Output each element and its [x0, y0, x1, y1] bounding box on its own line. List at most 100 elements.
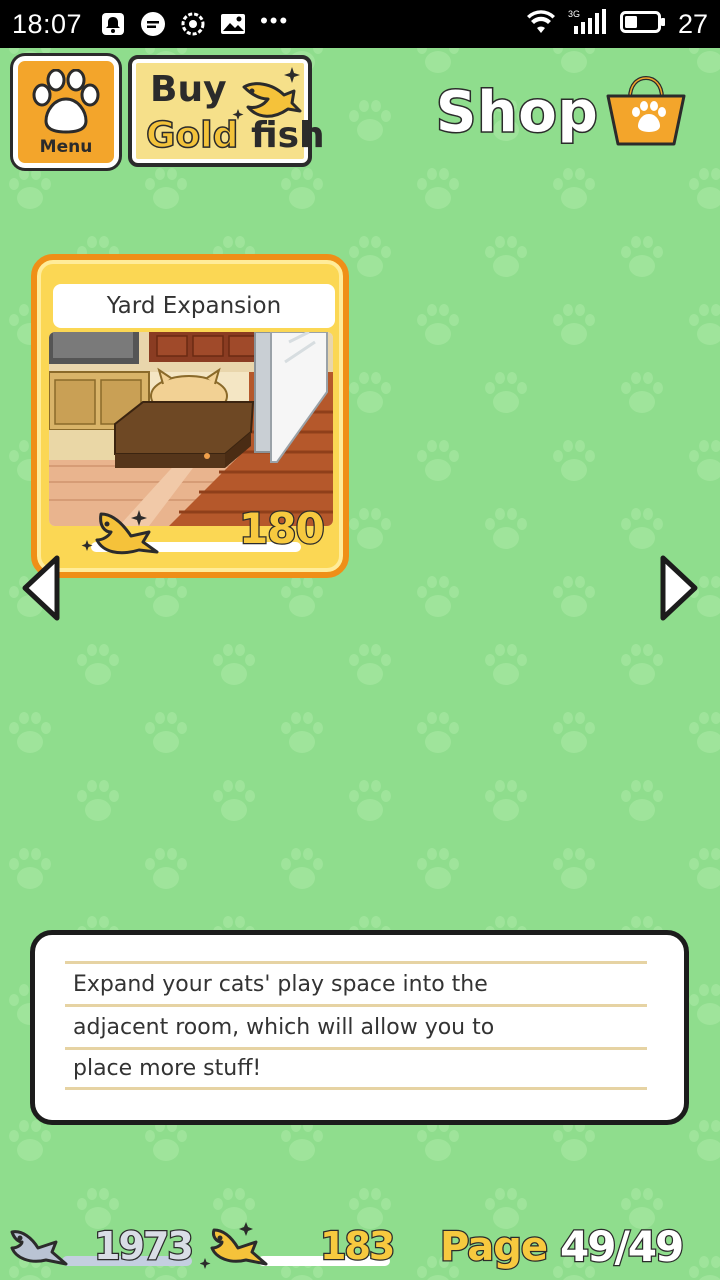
signal-icon: 3G — [568, 8, 608, 41]
currency-footer: 1973 183 Page 49/49 — [0, 1212, 720, 1280]
description-line: Expand your cats' play space into the — [65, 961, 647, 1004]
background-paw — [417, 1120, 459, 1161]
background-paw — [553, 304, 595, 345]
more-dots-icon: ••• — [260, 8, 290, 33]
gold-fish-icon — [200, 1222, 268, 1269]
background-paw — [689, 1120, 720, 1161]
background-paw — [417, 712, 459, 753]
background-paw — [417, 848, 459, 889]
background-paw — [689, 48, 720, 73]
background-paw — [689, 848, 720, 889]
notification-icon — [100, 11, 126, 37]
previous-page-arrow[interactable] — [19, 552, 63, 624]
background-paw — [689, 168, 720, 209]
background-paw — [689, 712, 720, 753]
gold-fish-label: Gold fish — [145, 114, 325, 157]
background-paw — [213, 644, 255, 685]
menu-button[interactable]: Menu — [13, 56, 119, 168]
background-paw — [553, 168, 595, 209]
gold-word: Gold — [145, 114, 239, 157]
background-paw — [621, 780, 663, 821]
background-paw — [485, 644, 527, 685]
buy-goldfish-button[interactable]: Buy Gold fish — [128, 55, 325, 167]
item-description: Expand your cats' play space into the ad… — [65, 961, 647, 1090]
battery-level: 27 — [677, 8, 708, 39]
background-paw — [553, 576, 595, 617]
item-price: 180 — [238, 503, 326, 555]
status-bar: 18:07 ••• 3G 27 — [0, 0, 720, 48]
background-paw — [281, 168, 323, 209]
gold-fish-count: 183 — [319, 1223, 397, 1270]
description-line: adjacent room, which will allow you to — [65, 1004, 647, 1047]
background-paw — [77, 644, 119, 685]
background-paw — [485, 372, 527, 413]
background-paw — [349, 236, 391, 277]
price-row: 180 — [73, 503, 333, 564]
background-paw — [553, 48, 595, 73]
page-number: 49/49 — [559, 1221, 686, 1273]
status-time: 18:07 — [12, 8, 83, 39]
background-paw — [77, 780, 119, 821]
background-paw — [417, 304, 459, 345]
background-paw — [689, 304, 720, 345]
background-paw — [621, 236, 663, 277]
background-paw — [485, 508, 527, 549]
background-paw — [145, 712, 187, 753]
settings-icon — [180, 11, 206, 37]
silver-fish-icon — [10, 1230, 68, 1266]
background-paw — [621, 644, 663, 685]
page-label: Page — [439, 1223, 550, 1272]
background-paw — [9, 168, 51, 209]
item-description-box: Expand your cats' play space into the ad… — [30, 930, 689, 1125]
page-title: Shop — [435, 79, 600, 147]
wifi-icon — [526, 9, 556, 40]
item-name: Yard Expansion — [106, 293, 282, 319]
shopping-bag-icon — [606, 76, 686, 146]
background-paw — [485, 780, 527, 821]
background-paw — [281, 576, 323, 617]
background-paw — [553, 1120, 595, 1161]
background-paw — [621, 508, 663, 549]
background-paw — [145, 1120, 187, 1161]
background-paw — [281, 712, 323, 753]
paw-icon — [32, 69, 100, 134]
menu-label: Menu — [39, 137, 93, 157]
background-paw — [417, 168, 459, 209]
chat-icon — [140, 11, 166, 37]
background-paw — [417, 48, 459, 73]
background-paw — [9, 712, 51, 753]
background-paw — [281, 848, 323, 889]
background-paw — [417, 576, 459, 617]
image-icon — [220, 11, 246, 37]
fish-word: fish — [250, 115, 325, 156]
background-paw — [349, 100, 391, 141]
background-paw — [213, 780, 255, 821]
background-paw — [349, 780, 391, 821]
battery-icon — [619, 10, 666, 39]
background-paw — [9, 848, 51, 889]
network-type-label: 3G — [568, 9, 580, 19]
background-paw — [689, 984, 720, 1025]
yard-expansion-image — [49, 332, 333, 526]
buy-label: Buy — [150, 69, 227, 110]
background-paw — [349, 372, 391, 413]
background-paw — [621, 372, 663, 413]
background-paw — [145, 168, 187, 209]
background-paw — [281, 1120, 323, 1161]
shop-item-card[interactable]: Yard Expansion 180 — [31, 254, 349, 578]
background-paw — [349, 508, 391, 549]
description-line: place more stuff! — [65, 1047, 647, 1090]
silver-fish-count: 1973 — [93, 1223, 195, 1270]
background-paw — [553, 712, 595, 753]
next-page-arrow[interactable] — [657, 552, 701, 624]
gold-fish-price-icon — [81, 510, 159, 555]
background-paw — [553, 440, 595, 481]
background-paw — [349, 644, 391, 685]
item-name-plate: Yard Expansion — [53, 284, 335, 328]
background-paw — [553, 848, 595, 889]
background-paw — [145, 576, 187, 617]
background-paw — [689, 440, 720, 481]
background-paw — [485, 236, 527, 277]
background-paw — [145, 848, 187, 889]
background-paw — [9, 1120, 51, 1161]
